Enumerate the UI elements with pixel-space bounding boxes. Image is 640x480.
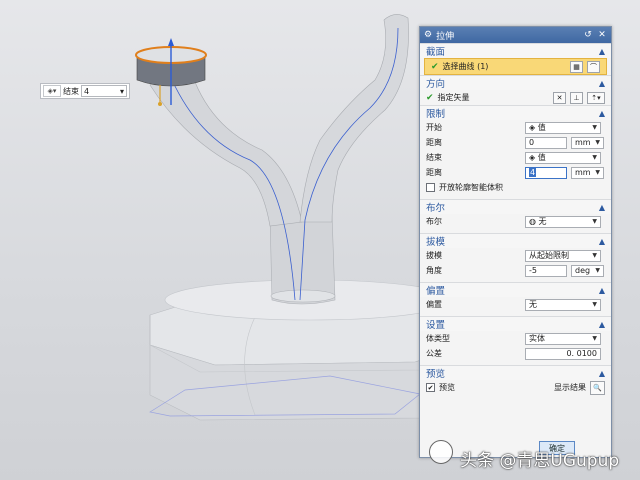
right-branch — [299, 14, 409, 223]
offset-row: 偏置 无 ▼ — [420, 297, 611, 312]
open-profile-row[interactable]: 开放轮廓智能体积 — [420, 180, 611, 195]
body-type-select[interactable]: 实体 ▼ — [525, 332, 601, 345]
dialog-title: 拉伸 — [436, 31, 455, 42]
section-header-boolean[interactable]: 布尔 ▲ — [420, 199, 611, 214]
start-distance-row: 距离 0 mm ▼ — [420, 135, 611, 150]
select-curve-row[interactable]: ✔ 选择曲线 (1) ▦ ⌒ — [424, 58, 607, 75]
section-header-settings[interactable]: 设置 ▲ — [420, 316, 611, 331]
section-header-limits[interactable]: 限制 ▲ — [420, 105, 611, 120]
collapse-icon: ▲ — [598, 236, 605, 246]
boolean-row: 布尔 ◍ 无 ▼ — [420, 214, 611, 229]
end-unit-select[interactable]: mm ▼ — [571, 166, 604, 179]
section-header-section[interactable]: 截面 ▲ — [420, 43, 611, 58]
specify-vector-row[interactable]: ✔ 指定矢量 ✕ ⊥ ⇡▾ — [420, 90, 611, 105]
chevron-down-icon: ▾ — [119, 86, 124, 96]
close-icon[interactable]: ✕ — [597, 30, 607, 40]
show-result-label: 显示结果 — [554, 383, 586, 392]
check-icon: ✔ — [431, 61, 439, 72]
float-end-value: 4 — [84, 86, 90, 96]
end-row: 结束 ◈ 值 ▼ — [420, 150, 611, 165]
boolean-select[interactable]: ◍ 无 ▼ — [525, 215, 601, 228]
end-distance-input[interactable]: 4 — [525, 166, 567, 179]
section-header-direction[interactable]: 方向 ▲ — [420, 75, 611, 90]
angle-unit-select[interactable]: deg ▼ — [571, 264, 604, 277]
section-header-offset[interactable]: 偏置 ▲ — [420, 282, 611, 297]
tolerance-row: 公差 0. 0100 — [420, 346, 611, 361]
end-select[interactable]: ◈ 值 ▼ — [525, 151, 601, 164]
watermark-logo-icon — [429, 440, 453, 464]
collapse-icon: ▲ — [598, 285, 605, 295]
extrude-dialog: ⚙ 拉伸 ↺ ✕ 截面 ▲ ✔ 选择曲线 (1) ▦ ⌒ 方向 ▲ ✔ 指定矢量 ✕… — [419, 26, 612, 458]
left-branch — [149, 76, 303, 227]
draft-row: 拔模 从起始限制 ▼ — [420, 248, 611, 263]
reverse-direction-icon[interactable]: ✕ — [553, 91, 566, 104]
body-type-row: 体类型 实体 ▼ — [420, 331, 611, 346]
angle-row: 角度 -5 deg ▼ — [420, 263, 611, 278]
offset-select[interactable]: 无 ▼ — [525, 298, 601, 311]
sketch-icon[interactable]: ▦ — [570, 60, 583, 73]
angle-input[interactable]: -5 — [525, 264, 567, 277]
collapse-icon: ▲ — [598, 46, 605, 56]
dialog-titlebar: ⚙ 拉伸 ↺ ✕ — [420, 27, 611, 43]
reset-icon[interactable]: ↺ — [583, 30, 593, 40]
start-select[interactable]: ◈ 值 ▼ — [525, 121, 601, 134]
vector-type-icon[interactable]: ⇡▾ — [587, 91, 605, 104]
collapse-icon: ▲ — [598, 202, 605, 212]
start-row: 开始 ◈ 值 ▼ — [420, 120, 611, 135]
float-end-select[interactable]: 4 ▾ — [81, 85, 127, 97]
preview-checkbox[interactable]: ✔ — [426, 383, 435, 392]
tolerance-input[interactable]: 0. 0100 — [525, 347, 601, 360]
collapse-icon: ▲ — [598, 108, 605, 118]
collapse-icon: ▲ — [598, 319, 605, 329]
magnifier-icon[interactable]: 🔍 — [590, 380, 605, 395]
specify-vector-label: 指定矢量 — [437, 93, 470, 102]
preview-row: ✔ 预览 显示结果 🔍 — [420, 380, 611, 395]
value-type-icon[interactable]: ◈▾ — [43, 85, 61, 97]
end-distance-row: 距离 4 mm ▼ — [420, 165, 611, 180]
open-profile-checkbox[interactable] — [426, 183, 435, 192]
start-unit-select[interactable]: mm ▼ — [571, 136, 604, 149]
gear-icon: ⚙ — [424, 30, 433, 40]
start-distance-input[interactable]: 0 — [525, 136, 567, 149]
collapse-icon: ▲ — [598, 78, 605, 88]
section-header-draft[interactable]: 拔模 ▲ — [420, 233, 611, 248]
collapse-icon: ▲ — [598, 368, 605, 378]
select-curve-label: 选择曲线 (1) — [442, 62, 489, 71]
curve-icon[interactable]: ⌒ — [587, 60, 600, 73]
draft-select[interactable]: 从起始限制 ▼ — [525, 249, 601, 262]
vector-dialog-icon[interactable]: ⊥ — [570, 91, 583, 104]
section-header-preview[interactable]: 预览 ▲ — [420, 365, 611, 380]
floating-end-toolbar: ◈▾ 结束 4 ▾ — [40, 83, 130, 99]
watermark-text: 头条 @青思UGupup — [460, 451, 620, 471]
check-icon: ✔ — [426, 92, 434, 103]
float-end-label: 结束 — [63, 86, 79, 96]
